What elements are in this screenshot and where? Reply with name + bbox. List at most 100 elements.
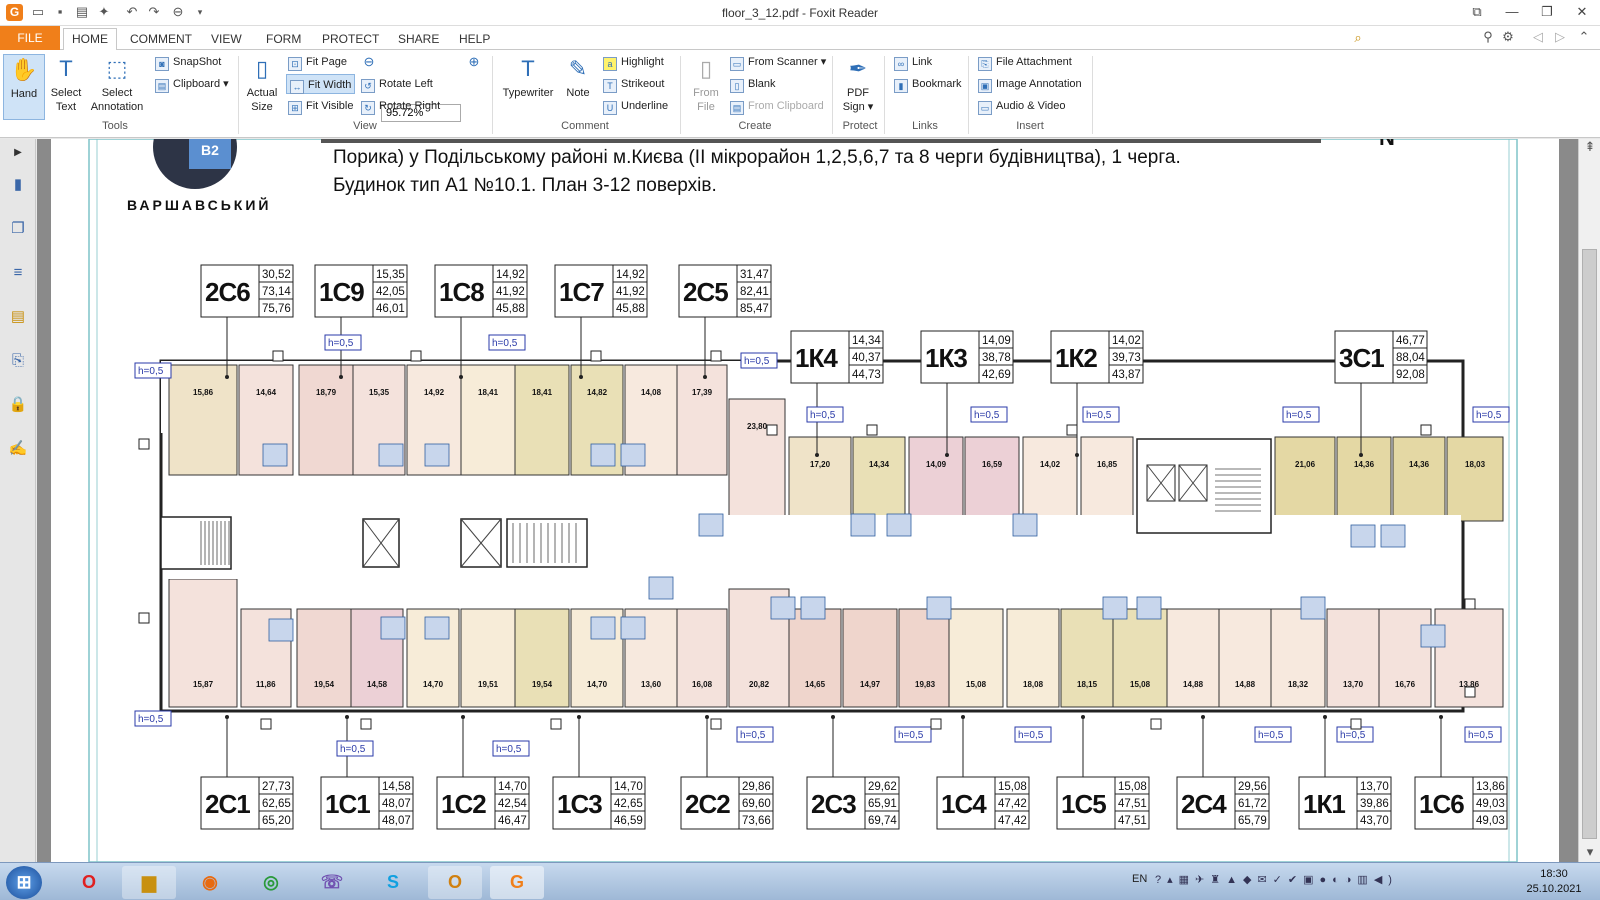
bookmark-button[interactable]: ▮ Bookmark bbox=[894, 74, 962, 94]
room-area-label: 14,97 bbox=[860, 680, 881, 689]
unit-value: 69,60 bbox=[742, 798, 771, 810]
tile-icon[interactable]: ⧉ bbox=[1460, 2, 1494, 22]
opera-icon[interactable]: O bbox=[62, 866, 116, 899]
actual-size-button[interactable]: ▯ Actual Size bbox=[244, 54, 280, 114]
tab-comment[interactable]: COMMENT bbox=[122, 29, 200, 50]
room-area-label: 15,08 bbox=[966, 680, 987, 689]
scroll-up-icon[interactable]: ⇞ bbox=[1582, 139, 1598, 155]
viber-icon[interactable]: ☏ bbox=[305, 866, 359, 899]
room-area-label: 14,09 bbox=[926, 460, 947, 469]
signatures-icon[interactable]: ✍ bbox=[8, 439, 28, 459]
room-area-label: 16,59 bbox=[982, 460, 1003, 469]
unit-1с7-dot bbox=[579, 375, 583, 379]
rotate-right-button[interactable]: ↻ Rotate Right bbox=[361, 96, 440, 116]
rotate-left-button[interactable]: ↺ Rotate Left bbox=[361, 74, 433, 94]
room-area-label: 14,08 bbox=[641, 388, 662, 397]
clock[interactable]: 18:30 25.10.2021 bbox=[1524, 867, 1584, 897]
zoom-out-icon[interactable]: ⊖ bbox=[361, 54, 377, 70]
scrollbar-thumb[interactable] bbox=[1582, 249, 1597, 839]
room-area-label: 14,88 bbox=[1235, 680, 1256, 689]
typewriter-button[interactable]: T Typewriter bbox=[500, 54, 556, 100]
tab-home[interactable]: HOME bbox=[63, 28, 117, 51]
link-button[interactable]: ∞ Link bbox=[894, 52, 932, 72]
tab-share[interactable]: SHARE bbox=[390, 29, 447, 50]
from-scanner-button[interactable]: ▭ From Scanner ▾ bbox=[730, 52, 826, 72]
tab-help[interactable]: HELP bbox=[451, 29, 498, 50]
height-tag-label: h=0,5 bbox=[898, 730, 924, 741]
collapse-ribbon-icon[interactable]: ⌃ bbox=[1576, 29, 1592, 45]
underline-button[interactable]: U Underline bbox=[603, 96, 668, 116]
bathroom-15 bbox=[620, 616, 646, 640]
zoom-in-icon[interactable]: ⊕ bbox=[466, 54, 482, 70]
tray-icons[interactable]: ?▴▦✈♜▲◆✉✓✔▣●◐◑▥◀) bbox=[1155, 873, 1398, 886]
note-button[interactable]: ✎ Note bbox=[560, 54, 596, 100]
unit-value: 46,47 bbox=[498, 815, 527, 827]
height-tag-label: h=0,5 bbox=[1286, 410, 1312, 421]
note-icon: ✎ bbox=[568, 56, 588, 81]
skype-icon[interactable]: S bbox=[366, 866, 420, 899]
blank-button[interactable]: ▯ Blank bbox=[730, 74, 776, 94]
search-icon[interactable]: ⚲ bbox=[1480, 29, 1496, 45]
next-icon[interactable]: ▷ bbox=[1552, 29, 1568, 45]
vent-18 bbox=[1464, 686, 1476, 698]
audio-video-button[interactable]: ▭ Audio & Video bbox=[978, 96, 1066, 116]
hand-tool-button[interactable]: ✋ Hand bbox=[3, 54, 45, 120]
explorer-icon[interactable]: ▆ bbox=[122, 866, 176, 899]
chrome-icon[interactable]: ◎ bbox=[244, 866, 298, 899]
minimize-button[interactable]: — bbox=[1495, 2, 1529, 22]
settings-gear-icon[interactable]: ⚙ bbox=[1500, 29, 1516, 45]
snapshot-button[interactable]: ◙ SnapShot bbox=[155, 52, 221, 72]
strikeout-button[interactable]: T Strikeout bbox=[603, 74, 664, 94]
room-area-label: 14,34 bbox=[869, 460, 890, 469]
attachments-icon[interactable]: ⎘ bbox=[8, 351, 28, 371]
tab-view[interactable]: VIEW bbox=[203, 29, 250, 50]
from-file-button[interactable]: ▯ From File bbox=[688, 54, 724, 114]
unit-id-1к1: 1К1 bbox=[1303, 789, 1345, 819]
language-indicator[interactable]: EN bbox=[1132, 873, 1147, 885]
file-icon: ▯ bbox=[699, 56, 713, 81]
room-bottom-17 bbox=[1112, 608, 1168, 708]
firefox-icon[interactable]: ◉ bbox=[183, 866, 237, 899]
highlight-button[interactable]: a Highlight bbox=[603, 52, 664, 72]
unit-value: 48,07 bbox=[382, 798, 411, 810]
tab-file[interactable]: FILE bbox=[0, 26, 60, 50]
security-lock-icon[interactable]: 🔒 bbox=[8, 395, 28, 415]
image-annotation-button[interactable]: ▣ Image Annotation bbox=[978, 74, 1082, 94]
outlook-icon[interactable]: O bbox=[428, 866, 482, 899]
find-icon[interactable]: ⌕ bbox=[1350, 30, 1366, 46]
clipboard-button[interactable]: ▤ Clipboard ▾ bbox=[155, 74, 229, 94]
room-area-label: 18,32 bbox=[1288, 680, 1309, 689]
pages-icon[interactable]: ❐ bbox=[8, 219, 28, 239]
fit-page-button[interactable]: ⊡ Fit Page bbox=[288, 52, 347, 72]
unit-value: 73,66 bbox=[742, 815, 771, 827]
fit-width-button[interactable]: ↔ Fit Width bbox=[286, 74, 356, 94]
unit-dot bbox=[961, 715, 965, 719]
tab-form[interactable]: FORM bbox=[258, 29, 309, 50]
vent-7 bbox=[1420, 424, 1432, 436]
layers-icon[interactable]: ≡ bbox=[8, 263, 28, 283]
file-attachment-button[interactable]: ⎘ File Attachment bbox=[978, 52, 1072, 72]
bookmarks-icon[interactable]: ▮ bbox=[8, 175, 28, 195]
pdf-sign-button[interactable]: ✒ PDF Sign ▾ bbox=[838, 54, 878, 114]
select-annotation-button[interactable]: ⬚ Select Annotation bbox=[88, 54, 146, 114]
bathroom-3 bbox=[590, 443, 616, 467]
room-top-16 bbox=[1080, 436, 1134, 522]
vertical-scrollbar[interactable]: ⇞ ▾ bbox=[1578, 139, 1600, 862]
expand-panel-icon[interactable]: ▶ bbox=[8, 143, 28, 163]
tab-protect[interactable]: PROTECT bbox=[314, 29, 387, 50]
foxit-taskbar-icon[interactable]: G bbox=[490, 866, 544, 899]
document-viewport[interactable]: В2 ВАРШАВСЬКИЙ Порика) у Подільському райо… bbox=[37, 105, 1578, 863]
page-icon: ▯ bbox=[255, 56, 269, 81]
close-button[interactable]: ✕ bbox=[1565, 2, 1599, 22]
start-button[interactable]: ⊞ bbox=[6, 866, 42, 899]
room-bottom-2 bbox=[296, 608, 352, 708]
scroll-down-icon[interactable]: ▾ bbox=[1582, 844, 1598, 860]
room-area-label: 14,82 bbox=[587, 388, 608, 397]
from-clipboard-button[interactable]: ▤ From Clipboard bbox=[730, 96, 824, 116]
restore-button[interactable]: ❐ bbox=[1530, 2, 1564, 22]
comments-icon[interactable]: ▤ bbox=[8, 307, 28, 327]
previous-icon[interactable]: ◁ bbox=[1530, 29, 1546, 45]
vent-0 bbox=[272, 350, 284, 362]
fit-visible-button[interactable]: ⊞ Fit Visible bbox=[288, 96, 353, 116]
select-text-button[interactable]: T Select Text bbox=[48, 54, 84, 114]
